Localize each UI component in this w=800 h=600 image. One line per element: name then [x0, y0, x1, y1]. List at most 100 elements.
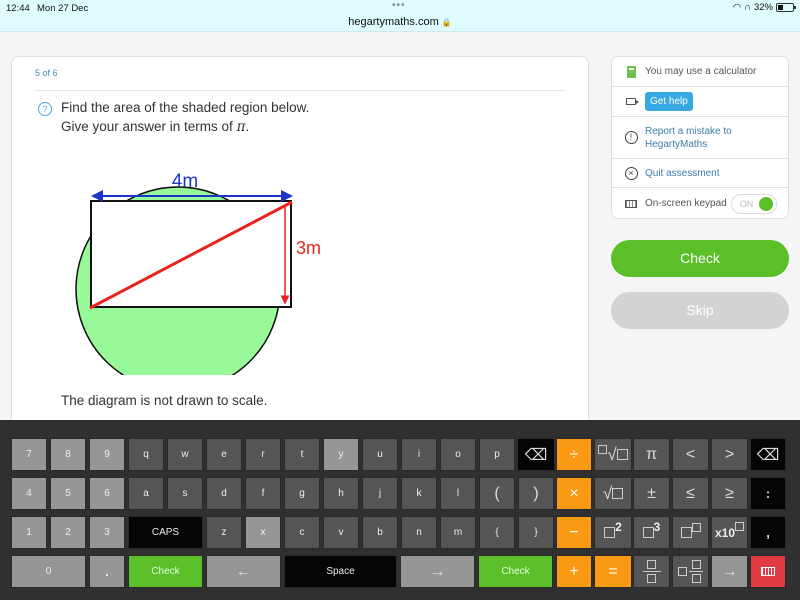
- key-r[interactable]: r: [245, 438, 281, 471]
- key-s[interactable]: s: [167, 477, 203, 510]
- plus-key[interactable]: +: [556, 555, 592, 588]
- greater-than-key[interactable]: >: [711, 438, 748, 471]
- nth-root-key[interactable]: √: [594, 438, 632, 471]
- exponent-box-icon: [691, 523, 701, 532]
- battery-icon: [776, 3, 796, 12]
- key-2[interactable]: 2: [50, 516, 86, 549]
- exponent-box-icon: [735, 522, 745, 531]
- more-dots-icon[interactable]: •••: [392, 0, 406, 11]
- key-f[interactable]: f: [245, 477, 281, 510]
- skip-button[interactable]: Skip: [611, 292, 789, 329]
- status-time: 12:44: [6, 3, 30, 14]
- key-y[interactable]: y: [323, 438, 359, 471]
- question-text-prefix: Give your answer in terms of: [61, 119, 237, 134]
- key-o[interactable]: o: [440, 438, 476, 471]
- keypad-check-button-2[interactable]: Check: [478, 555, 553, 588]
- question-text-line1: Find the area of the shaded region below…: [61, 100, 310, 115]
- x10-label: x10: [714, 525, 736, 540]
- key-9[interactable]: 9: [89, 438, 125, 471]
- keyboard-icon-wrap: [623, 199, 639, 208]
- close-paren-key[interactable]: ): [518, 477, 554, 510]
- times-ten-power-key[interactable]: x10: [711, 516, 748, 549]
- keypad-toggle[interactable]: ON: [730, 193, 777, 214]
- radicand-box-icon: [616, 449, 628, 460]
- fraction-key[interactable]: [633, 555, 670, 588]
- close-circle-icon-wrap: ×: [623, 166, 639, 180]
- key-3[interactable]: 3: [89, 516, 125, 549]
- multiply-key[interactable]: ×: [556, 477, 592, 510]
- sqrt-key[interactable]: √: [594, 477, 632, 510]
- key-5[interactable]: 5: [50, 477, 86, 510]
- close-brace-key[interactable]: }: [518, 516, 554, 549]
- key-b[interactable]: b: [362, 516, 398, 549]
- get-help-button[interactable]: Get help: [645, 92, 693, 111]
- key-e[interactable]: e: [206, 438, 242, 471]
- status-icons: ◠ ∩ 32%: [733, 2, 796, 13]
- open-brace-key[interactable]: {: [479, 516, 515, 549]
- plus-minus-key[interactable]: ±: [633, 477, 670, 510]
- key-d[interactable]: d: [206, 477, 242, 510]
- greater-equal-key[interactable]: ≥: [711, 477, 748, 510]
- pi-key[interactable]: π: [633, 438, 670, 471]
- open-paren-key[interactable]: (: [479, 477, 515, 510]
- battery-percent: 32%: [753, 2, 773, 13]
- space-key[interactable]: Space: [284, 555, 397, 588]
- key-k[interactable]: k: [401, 477, 437, 510]
- cursor-left-key[interactable]: ←: [206, 555, 281, 588]
- square-key[interactable]: 2: [594, 516, 632, 549]
- key-x[interactable]: x: [245, 516, 281, 549]
- key-4[interactable]: 4: [11, 477, 47, 510]
- report-mistake-row[interactable]: ! Report a mistake to HegartyMaths: [612, 117, 788, 159]
- key-t[interactable]: t: [284, 438, 320, 471]
- equals-key[interactable]: =: [594, 555, 632, 588]
- caps-key[interactable]: CAPS: [128, 516, 203, 549]
- key-6[interactable]: 6: [89, 477, 125, 510]
- cursor-right-key[interactable]: →: [400, 555, 475, 588]
- mixed-fraction-key[interactable]: [672, 555, 709, 588]
- fraction-icon: [689, 560, 703, 583]
- backspace-icon: ⌫: [524, 446, 548, 464]
- key-l[interactable]: l: [440, 477, 476, 510]
- key-h[interactable]: h: [323, 477, 359, 510]
- key-7[interactable]: 7: [11, 438, 47, 471]
- colon-key[interactable]: :: [750, 477, 786, 510]
- report-mistake-link[interactable]: Report a mistake to HegartyMaths: [645, 125, 732, 151]
- report-line1: Report a mistake to: [645, 125, 732, 137]
- next-key[interactable]: →: [711, 555, 748, 588]
- divide-key[interactable]: ÷: [556, 438, 592, 471]
- key-m[interactable]: m: [440, 516, 476, 549]
- power-key[interactable]: [672, 516, 709, 549]
- key-8[interactable]: 8: [50, 438, 86, 471]
- less-than-key[interactable]: <: [672, 438, 709, 471]
- key-u[interactable]: u: [362, 438, 398, 471]
- scale-note: The diagram is not drawn to scale.: [61, 393, 268, 408]
- key-w[interactable]: w: [167, 438, 203, 471]
- help-question-icon[interactable]: ?: [38, 102, 52, 116]
- key-j[interactable]: j: [362, 477, 398, 510]
- backspace-key-2[interactable]: ⌫: [750, 438, 786, 471]
- key-n[interactable]: n: [401, 516, 437, 549]
- comma-key[interactable]: ,: [750, 516, 786, 549]
- keypad-check-button[interactable]: Check: [128, 555, 203, 588]
- key-a[interactable]: a: [128, 477, 164, 510]
- key-i[interactable]: i: [401, 438, 437, 471]
- key-1[interactable]: 1: [11, 516, 47, 549]
- key-p[interactable]: p: [479, 438, 515, 471]
- cube-key[interactable]: 3: [633, 516, 670, 549]
- backspace-key[interactable]: ⌫: [517, 438, 555, 471]
- circle-rectangle-diagram: 4m 3m: [75, 171, 321, 375]
- key-q[interactable]: q: [128, 438, 164, 471]
- hide-keypad-key[interactable]: [750, 555, 786, 588]
- address-bar[interactable]: hegartymaths.com 🔒: [0, 16, 800, 28]
- key-g[interactable]: g: [284, 477, 320, 510]
- minus-key[interactable]: −: [556, 516, 592, 549]
- key-0[interactable]: 0: [11, 555, 86, 588]
- check-button[interactable]: Check: [611, 240, 789, 277]
- less-equal-key[interactable]: ≤: [672, 477, 709, 510]
- key-z[interactable]: z: [206, 516, 242, 549]
- key-c[interactable]: c: [284, 516, 320, 549]
- decimal-point-key[interactable]: .: [89, 555, 125, 588]
- quit-row[interactable]: × Quit assessment: [612, 159, 788, 188]
- quit-assessment-link[interactable]: Quit assessment: [645, 167, 719, 180]
- key-v[interactable]: v: [323, 516, 359, 549]
